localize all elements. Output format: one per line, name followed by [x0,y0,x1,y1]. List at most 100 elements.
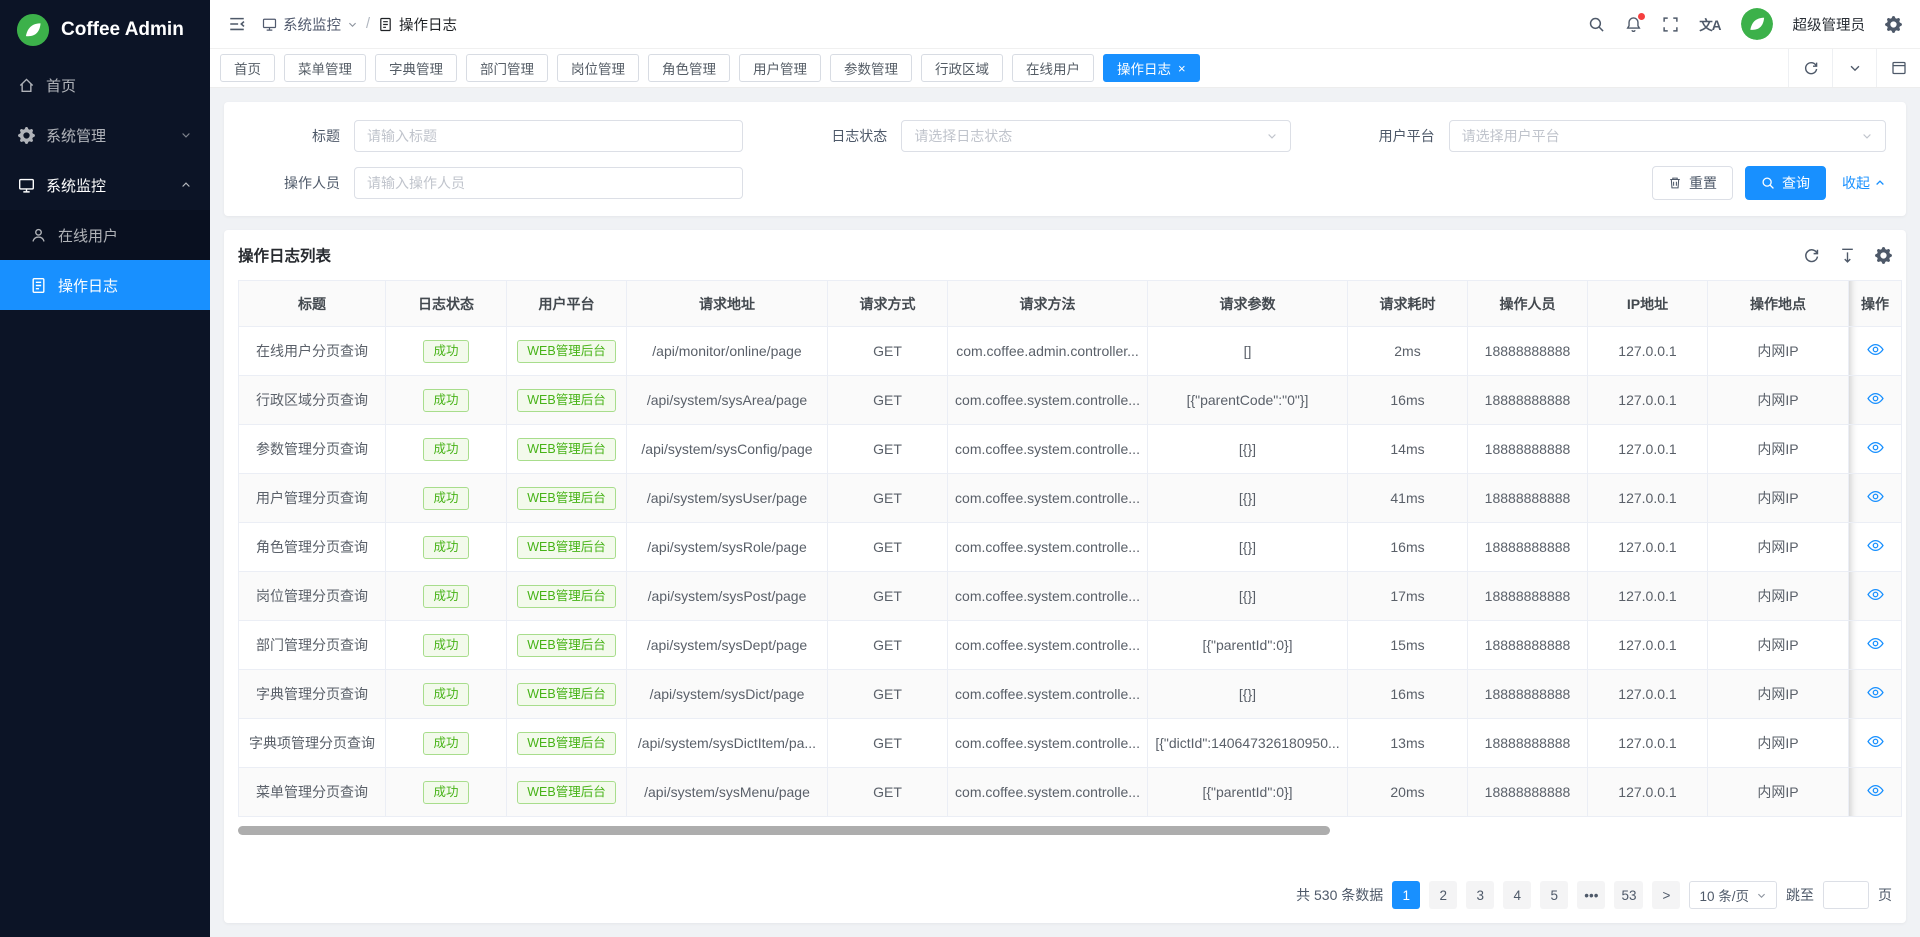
fullscreen-icon[interactable] [1662,16,1679,33]
content-fullscreen-icon[interactable] [1876,49,1920,87]
column-header: 标题 [239,281,386,327]
cell-operator: 18888888888 [1468,376,1588,425]
horizontal-scrollbar [238,825,1892,836]
filter-actions: 重置 查询 收起 [791,166,1886,200]
view-detail-eye-button[interactable] [1867,390,1884,407]
user-platform-select[interactable]: 请选择用户平台 [1449,120,1886,152]
page-button-5[interactable]: 5 [1540,881,1568,909]
tab-0[interactable]: 首页 [220,54,275,82]
view-detail-eye-button[interactable] [1867,733,1884,750]
card-header: 操作日志列表 [238,230,1892,280]
cell-request-params: [{"parentCode":"0"}] [1148,376,1348,425]
page-size-select[interactable]: 10 条/页 [1689,881,1777,909]
platform-tag: WEB管理后台 [517,683,615,706]
status-tag: 成功 [423,585,468,608]
settings-gear-icon[interactable] [1885,16,1902,33]
view-detail-eye-button[interactable] [1867,488,1884,505]
cell-operator: 18888888888 [1468,327,1588,376]
tab-2[interactable]: 字典管理 [375,54,457,82]
tab-4[interactable]: 岗位管理 [557,54,639,82]
tab-label: 字典管理 [389,58,443,78]
cell-request-params: [{}] [1148,474,1348,523]
page-button-4[interactable]: 4 [1503,881,1531,909]
page-button-3[interactable]: 3 [1466,881,1494,909]
search-icon[interactable] [1588,16,1605,33]
query-button[interactable]: 查询 [1745,166,1826,200]
refresh-icon[interactable] [1803,247,1820,264]
tab-label: 用户管理 [753,58,807,78]
view-detail-eye-button[interactable] [1867,341,1884,358]
sidebar-item-operation-log[interactable]: 操作日志 [0,260,210,310]
logo-icon [16,13,50,47]
view-detail-eye-button[interactable] [1867,635,1884,652]
cell-request-params: [] [1148,327,1348,376]
chevron-up-icon [180,179,192,191]
page-button-2[interactable]: 2 [1429,881,1457,909]
table-row: 字典项管理分页查询成功WEB管理后台/api/system/sysDictIte… [239,719,1902,768]
reset-button[interactable]: 重置 [1652,166,1733,200]
language-translate-icon[interactable]: 文A [1699,14,1720,34]
cell-request-method: GET [828,327,948,376]
pagination-ellipsis[interactable]: ••• [1577,881,1605,909]
tab-9[interactable]: 在线用户 [1012,54,1094,82]
jump-page-input[interactable] [1823,881,1869,909]
column-header: 请求耗时 [1348,281,1468,327]
sidebar-item-online-users[interactable]: 在线用户 [0,210,210,260]
tab-7[interactable]: 参数管理 [830,54,912,82]
breadcrumb-label: 系统监控 [283,14,341,35]
tab-options-chevron-icon[interactable] [1832,49,1876,87]
page-button-53[interactable]: 53 [1614,881,1643,909]
cell-request-params: [{"dictId":140647326180950... [1148,719,1348,768]
sidebar-item-system-monitor[interactable]: 系统监控 [0,160,210,210]
breadcrumb-item-parent[interactable]: 系统监控 [262,14,358,35]
scrollbar-thumb[interactable] [238,826,1330,835]
sidebar-item-system-manage[interactable]: 系统管理 [0,110,210,160]
trash-icon [1668,176,1682,190]
tab-6[interactable]: 用户管理 [739,54,821,82]
tab-3[interactable]: 部门管理 [466,54,548,82]
cell-operator: 18888888888 [1468,670,1588,719]
sidebar-item-home[interactable]: 首页 [0,60,210,110]
cell-request-params: [{}] [1148,425,1348,474]
tab-8[interactable]: 行政区域 [921,54,1003,82]
view-detail-eye-button[interactable] [1867,439,1884,456]
page-button-1[interactable]: 1 [1392,881,1420,909]
cell-operator: 18888888888 [1468,719,1588,768]
view-detail-eye-button[interactable] [1867,586,1884,603]
cell-request-duration: 13ms [1348,719,1468,768]
log-icon [378,17,393,32]
view-detail-eye-button[interactable] [1867,782,1884,799]
refresh-tab-icon[interactable] [1788,49,1832,87]
collapse-filters-link[interactable]: 收起 [1842,173,1886,193]
cell-title: 在线用户分页查询 [239,327,386,376]
cell-request-params: [{}] [1148,523,1348,572]
collapse-sidebar-icon[interactable] [228,15,246,33]
log-status-select[interactable]: 请选择日志状态 [901,120,1290,152]
tab-close-icon[interactable]: × [1178,62,1186,75]
status-tag: 成功 [423,781,468,804]
view-detail-eye-button[interactable] [1867,537,1884,554]
platform-tag: WEB管理后台 [517,732,615,755]
operator-input[interactable] [354,167,743,199]
sidebar-item-label: 在线用户 [58,225,118,246]
column-settings-gear-icon[interactable] [1875,247,1892,264]
title-input[interactable] [354,120,743,152]
cell-request-url: /api/system/sysDept/page [627,621,828,670]
column-header: 请求地址 [627,281,828,327]
tab-1[interactable]: 菜单管理 [284,54,366,82]
cell-request-params: [{}] [1148,572,1348,621]
breadcrumb-separator: / [366,16,370,32]
next-page-button[interactable]: > [1652,881,1680,909]
filter-title: 标题 [244,120,791,152]
tab-10[interactable]: 操作日志× [1103,54,1200,82]
avatar[interactable] [1741,8,1773,40]
view-detail-eye-button[interactable] [1867,684,1884,701]
cell-request-handler: com.coffee.system.controlle... [948,376,1148,425]
operation-log-table: 标题日志状态用户平台请求地址请求方式请求方法请求参数请求耗时操作人员IP地址操作… [238,280,1902,817]
export-icon[interactable] [1839,247,1856,264]
chevron-down-icon [347,19,358,30]
table-row: 岗位管理分页查询成功WEB管理后台/api/system/sysPost/pag… [239,572,1902,621]
tab-5[interactable]: 角色管理 [648,54,730,82]
notification-bell-icon[interactable] [1625,16,1642,33]
username[interactable]: 超级管理员 [1793,14,1866,35]
